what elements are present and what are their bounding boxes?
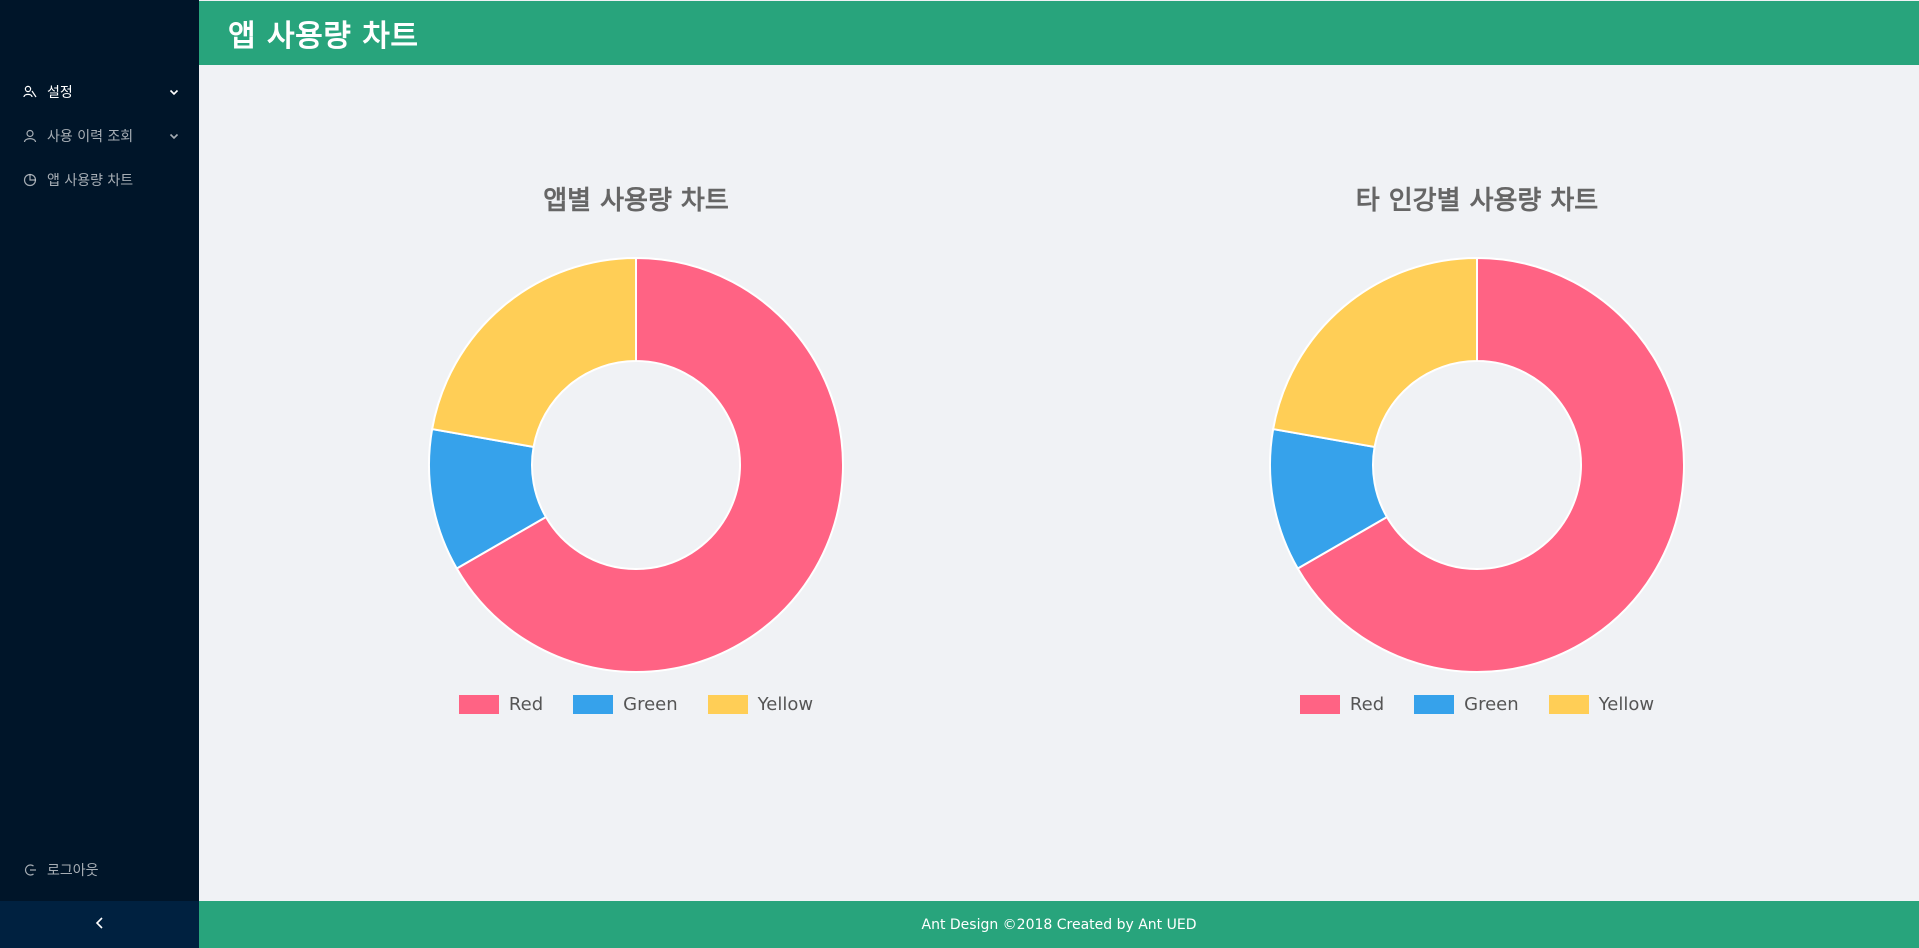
slice-yellow[interactable] [430, 256, 637, 449]
footer-text: Ant Design ©2018 Created by Ant UED [921, 916, 1197, 933]
legend-item-red[interactable]: Red [1299, 694, 1385, 715]
legend-item-red[interactable]: Red [458, 694, 544, 715]
legend-label: Yellow [757, 694, 814, 715]
sidebar-item-label: 설정 [47, 85, 73, 101]
legend-label: Red [508, 694, 544, 715]
legend-item-yellow[interactable]: Yellow [1548, 694, 1655, 715]
sidebar-menu: 설정 사용 이력 조회 앱 사용량 차트 [0, 70, 199, 202]
chart-legend: Red Green Yellow [1217, 694, 1737, 715]
pie-chart-icon [23, 173, 37, 187]
slice-yellow[interactable] [1271, 256, 1478, 449]
sidebar-item-label: 사용 이력 조회 [47, 129, 134, 145]
logout-icon [23, 863, 37, 877]
sidebar-item-app-usage-chart[interactable]: 앱 사용량 차트 [0, 158, 199, 202]
legend-swatch [1414, 695, 1455, 714]
chevron-down-icon [167, 129, 181, 143]
legend-swatch [1299, 695, 1340, 714]
settings-users-icon [23, 85, 37, 99]
chart-title: 앱별 사용량 차트 [543, 186, 729, 216]
sidebar: 설정 사용 이력 조회 앱 사용량 차트 로그아웃 [0, 0, 199, 948]
legend-swatch [458, 695, 499, 714]
legend-label: Green [623, 694, 678, 715]
chevron-down-icon [167, 85, 181, 99]
doughnut-chart [1269, 256, 1685, 673]
header: 앱 사용량 차트 [199, 1, 1919, 65]
logout-menu: 로그아웃 [0, 848, 199, 892]
legend-item-green[interactable]: Green [573, 694, 678, 715]
legend-label: Yellow [1598, 694, 1655, 715]
legend-label: Green [1464, 694, 1519, 715]
logout-button[interactable]: 로그아웃 [0, 848, 199, 892]
legend-swatch [1548, 695, 1589, 714]
sidebar-item-settings[interactable]: 설정 [0, 70, 199, 114]
legend-swatch [707, 695, 748, 714]
chart-legend: Red Green Yellow [376, 694, 896, 715]
chart-lecture-usage: 타 인강별 사용량 차트 Red Green Yellow [1217, 180, 1737, 740]
sidebar-collapse-trigger[interactable] [0, 901, 199, 948]
legend-item-green[interactable]: Green [1414, 694, 1519, 715]
page-title: 앱 사용량 차트 [228, 19, 419, 54]
user-icon [23, 129, 37, 143]
logout-label: 로그아웃 [47, 863, 99, 879]
chart-app-usage: 앱별 사용량 차트 Red Green Yellow [376, 180, 896, 740]
legend-label: Red [1349, 694, 1385, 715]
legend-item-yellow[interactable]: Yellow [707, 694, 814, 715]
doughnut-chart [428, 256, 844, 673]
chevron-left-icon [94, 915, 106, 934]
chart-title: 타 인강별 사용량 차트 [1355, 186, 1599, 216]
footer: Ant Design ©2018 Created by Ant UED [199, 901, 1919, 948]
sidebar-item-label: 앱 사용량 차트 [47, 173, 134, 189]
sidebar-item-usage-history[interactable]: 사용 이력 조회 [0, 114, 199, 158]
legend-swatch [573, 695, 614, 714]
